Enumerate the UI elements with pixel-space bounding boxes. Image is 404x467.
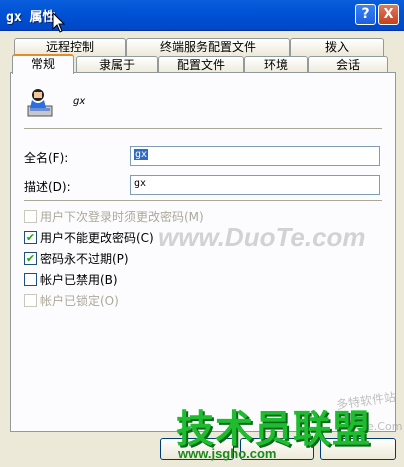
description-input[interactable]: gx [130, 175, 380, 195]
checkbox-box [24, 273, 37, 286]
checkbox-label: 帐户已禁用(B) [40, 273, 118, 287]
user-account-icon [27, 89, 53, 117]
separator-top [24, 128, 382, 129]
title-bar[interactable]: gx 属性 ? X [0, 0, 404, 33]
tab-terminal-services-profile[interactable]: 终端服务配置文件 [126, 38, 290, 56]
description-value: gx [134, 178, 147, 189]
help-button[interactable]: ? [355, 4, 376, 25]
watermark-jsgho-logo: 技术员联盟 [176, 407, 372, 451]
username-label: gx [73, 96, 86, 107]
tab-dial-in[interactable]: 拨入 [290, 38, 384, 56]
checkmark-icon: ✔ [24, 252, 37, 265]
window-title: gx 属性 [6, 10, 56, 25]
checkbox-label: 密码永不过期(P) [40, 252, 129, 266]
full-name-value: gx [134, 149, 149, 160]
watermark-jsgho-url: www.jsgho.com [178, 446, 277, 461]
mouse-cursor-icon [52, 12, 66, 33]
checkbox-box [24, 294, 37, 307]
full-name-input[interactable]: gx [130, 146, 380, 166]
checkmark-icon: ✔ [24, 231, 37, 244]
separator-middle [24, 200, 382, 201]
description-label: 描述(D): [24, 180, 71, 194]
watermark-duote: www.DuoTe.com [158, 222, 366, 252]
checkbox-box [24, 210, 37, 223]
full-name-label: 全名(F): [24, 151, 69, 165]
close-button[interactable]: X [378, 4, 399, 25]
tab-general[interactable]: 常规 [12, 54, 74, 74]
checkbox-label: 帐户已锁定(O) [40, 294, 119, 308]
checkbox-label: 用户不能更改密码(C) [40, 231, 154, 245]
